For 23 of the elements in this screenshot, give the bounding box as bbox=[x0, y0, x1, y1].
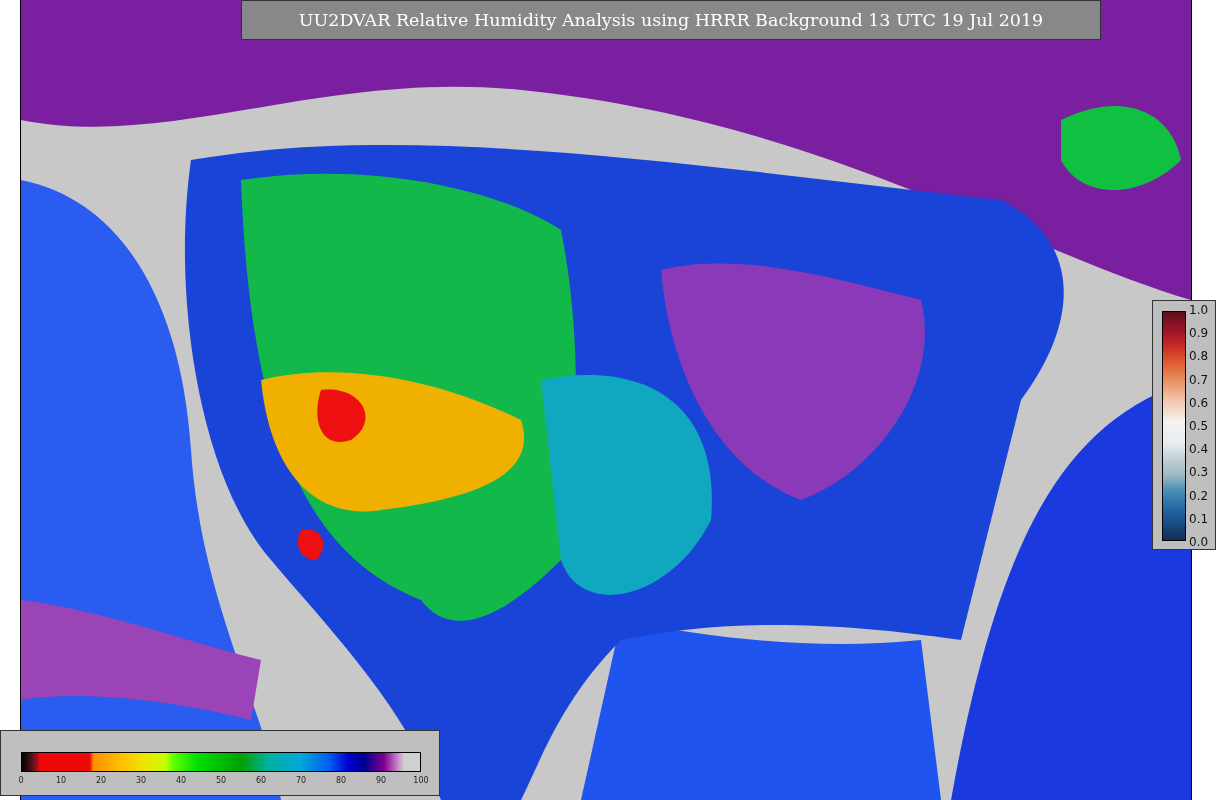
tick-label: 0.7 bbox=[1189, 372, 1209, 387]
tick-label: 0.0 bbox=[1189, 534, 1209, 549]
tick-label: 30 bbox=[135, 776, 147, 785]
tick-label: 0.6 bbox=[1189, 395, 1209, 410]
tick-label: 0.8 bbox=[1189, 349, 1209, 364]
tick-label: 0.1 bbox=[1189, 511, 1209, 526]
tick-label: 0.5 bbox=[1189, 418, 1209, 433]
tick-label: 0.4 bbox=[1189, 442, 1209, 457]
map-title: UU2DVAR Relative Humidity Analysis using HRRR Background 13 UTC 19 Jul 2019 bbox=[241, 0, 1101, 40]
tick-label: 0 bbox=[18, 776, 24, 785]
tick-label: 0.3 bbox=[1189, 465, 1209, 480]
tick-label: 50 bbox=[215, 776, 227, 785]
tick-label: 1.0 bbox=[1189, 303, 1209, 317]
tick-label: 10 bbox=[55, 776, 67, 785]
tick-label: 60 bbox=[255, 776, 267, 785]
tick-label: 90 bbox=[375, 776, 387, 785]
tick-label: 100 bbox=[413, 776, 429, 785]
tick-label: 20 bbox=[95, 776, 107, 785]
tick-label: 80 bbox=[335, 776, 347, 785]
tick-label: 0.2 bbox=[1189, 488, 1209, 503]
tick-label: 40 bbox=[175, 776, 187, 785]
tick-label: 70 bbox=[295, 776, 307, 785]
tick-label: 0.9 bbox=[1189, 326, 1209, 341]
